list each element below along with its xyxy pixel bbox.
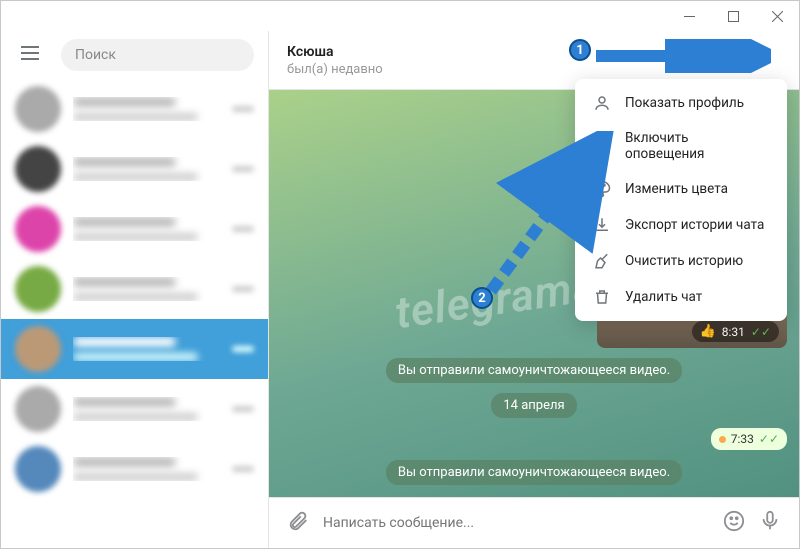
voice-button[interactable]	[759, 510, 781, 536]
read-checks-icon: ✓✓	[751, 325, 771, 339]
annotation-arrow-2	[481, 131, 621, 301]
attach-button[interactable]	[287, 510, 309, 536]
message-input[interactable]	[323, 515, 709, 531]
close-button[interactable]	[755, 1, 799, 31]
annotation-badge-1: 1	[569, 39, 591, 61]
chat-list-item[interactable]	[1, 439, 268, 499]
window-titlebar	[1, 1, 799, 31]
paperclip-icon	[287, 510, 309, 532]
emoji-button[interactable]	[723, 510, 745, 536]
reaction-thumb-icon: 👍	[700, 324, 716, 339]
chat-list-item[interactable]	[1, 379, 268, 439]
chat-list-item[interactable]	[1, 139, 268, 199]
fire-dot-icon	[719, 436, 726, 443]
message-time: 7:33	[731, 432, 754, 446]
annotation-arrow-1	[591, 39, 771, 73]
hamburger-menu-button[interactable]	[15, 40, 45, 70]
message-time: 8:31	[722, 325, 745, 339]
chat-list-item[interactable]	[1, 199, 268, 259]
outgoing-message[interactable]: 7:33 ✓✓	[711, 428, 787, 450]
minimize-button[interactable]	[667, 1, 711, 31]
chat-list-item[interactable]	[1, 79, 268, 139]
chat-list[interactable]	[1, 79, 268, 548]
service-message: Вы отправили самоуничтожающееся видео.	[386, 460, 682, 485]
search-input[interactable]: Поиск	[61, 39, 254, 71]
chat-list-item[interactable]	[1, 259, 268, 319]
compose-bar	[269, 497, 799, 548]
service-message: Вы отправили самоуничтожающееся видео.	[386, 358, 682, 383]
date-separator: 14 апреля	[491, 393, 576, 418]
chat-list-item-active[interactable]	[1, 319, 268, 379]
annotation-badge-2: 2	[471, 287, 493, 309]
mic-icon	[759, 510, 781, 532]
maximize-button[interactable]	[711, 1, 755, 31]
read-checks-icon: ✓✓	[759, 432, 779, 446]
menu-show-profile[interactable]: Показать профиль	[575, 85, 787, 121]
user-icon	[593, 94, 611, 112]
smile-icon	[723, 510, 745, 532]
sidebar: Поиск	[1, 31, 269, 548]
